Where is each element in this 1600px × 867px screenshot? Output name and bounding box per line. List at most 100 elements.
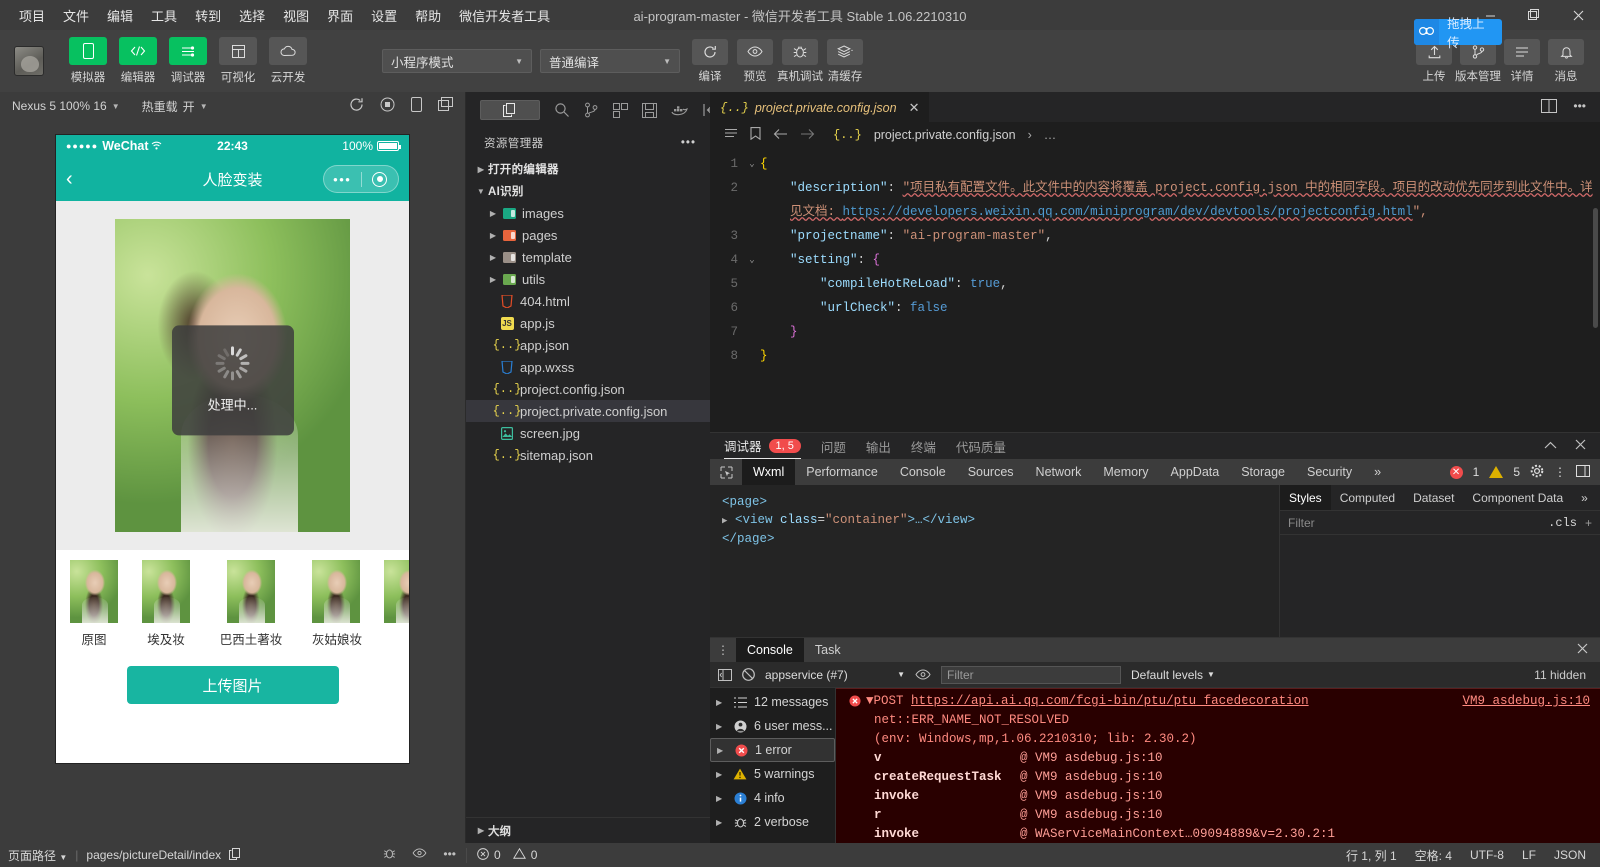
devtool-tab-wxml[interactable]: Wxml xyxy=(742,459,795,485)
list-item[interactable] xyxy=(384,560,409,648)
breadcrumb-tail[interactable]: … xyxy=(1044,128,1057,142)
expand-arrow-icon[interactable]: ▼ xyxy=(866,692,874,711)
tab-component-data[interactable]: Component Data xyxy=(1463,485,1572,510)
menu-item-settings[interactable]: 设置 xyxy=(362,2,406,29)
error-count[interactable]: 1 xyxy=(1473,465,1480,479)
kebab-icon[interactable]: ⋮ xyxy=(710,643,736,657)
hotreload-select[interactable]: 热重载 开 ▼ xyxy=(142,98,208,115)
section-outline[interactable]: ▶ 大纲 xyxy=(466,817,710,843)
stack-location[interactable]: @ WAServiceMainContext…09094889&v=2.30.2… xyxy=(1020,825,1335,843)
file-app-wxss[interactable]: app.wxss xyxy=(466,356,710,378)
sidebar-icon[interactable] xyxy=(718,669,732,681)
add-rule-icon[interactable]: + xyxy=(1585,516,1592,530)
console-filter-input[interactable]: Filter xyxy=(941,666,1121,684)
folder-utils[interactable]: ▶ utils xyxy=(466,268,710,290)
list-item[interactable]: 巴西土著妆 xyxy=(214,560,288,648)
chevron-right-icon[interactable]: ▶ xyxy=(722,516,727,526)
upload-image-button[interactable]: 上传图片 xyxy=(127,666,339,704)
folder-template[interactable]: ▶ template xyxy=(466,246,710,268)
stack-location[interactable]: @ VM9 asdebug.js:10 xyxy=(1020,806,1163,825)
devtool-tab-storage[interactable]: Storage xyxy=(1230,459,1296,485)
page-path-select[interactable]: 页面路径 ▼ xyxy=(8,847,67,864)
menu-item-help[interactable]: 帮助 xyxy=(406,2,450,29)
compile-select[interactable]: 普通编译 ▼ xyxy=(540,49,680,73)
cursor-position[interactable]: 行 1, 列 1 xyxy=(1346,847,1397,864)
tab-code-quality[interactable]: 代码质量 xyxy=(956,437,1006,456)
drag-upload-badge[interactable]: 拖拽上传 xyxy=(1414,19,1502,45)
bookmark-icon[interactable] xyxy=(750,127,761,143)
compile-button[interactable]: 编译 xyxy=(690,39,730,84)
error-source-link[interactable]: VM9 asdebug.js:10 xyxy=(1462,692,1600,711)
close-icon[interactable] xyxy=(1577,643,1600,657)
code-doc-url[interactable]: https://developers.weixin.qq.com/minipro… xyxy=(843,205,1413,219)
error-url[interactable]: https://api.ai.qq.com/fcgi-bin/ptu/ptu_f… xyxy=(911,692,1309,711)
console-error-output[interactable]: ▼ POST https://api.ai.qq.com/fcgi-bin/pt… xyxy=(836,688,1600,843)
file-screen-jpg[interactable]: screen.jpg xyxy=(466,422,710,444)
list-item[interactable]: ▶ 5 warnings xyxy=(710,762,835,786)
console-context-select[interactable]: appservice (#7) ▼ xyxy=(765,668,905,682)
list-item[interactable]: 灰姑娘妆 xyxy=(312,560,360,648)
rotate-icon[interactable] xyxy=(411,97,422,115)
gear-icon[interactable] xyxy=(1530,464,1544,481)
toggle-cloud[interactable]: 云开发 xyxy=(266,37,310,85)
tab-dataset[interactable]: Dataset xyxy=(1404,485,1463,510)
menu-item-interface[interactable]: 界面 xyxy=(318,2,362,29)
section-project-root[interactable]: ▼ AI识别 xyxy=(466,180,710,202)
encoding-setting[interactable]: UTF-8 xyxy=(1470,848,1504,862)
avatar[interactable] xyxy=(14,46,44,76)
devtool-tab-security[interactable]: Security xyxy=(1296,459,1363,485)
indent-setting[interactable]: 空格: 4 xyxy=(1415,847,1452,864)
tab-project-private-config-json[interactable]: {..} project.private.config.json ✕ xyxy=(710,92,929,122)
tab-console[interactable]: Console xyxy=(736,638,804,662)
tab-task[interactable]: Task xyxy=(804,638,852,662)
bug-icon[interactable] xyxy=(383,847,396,863)
file-app-js[interactable]: JS app.js xyxy=(466,312,710,334)
eol-setting[interactable]: LF xyxy=(1522,848,1536,862)
list-item[interactable]: 原图 xyxy=(70,560,118,648)
menu-item-goto[interactable]: 转到 xyxy=(186,2,230,29)
messages-button[interactable]: 消息 xyxy=(1546,39,1586,84)
menu-item-view[interactable]: 视图 xyxy=(274,2,318,29)
stack-location[interactable]: @ VM9 asdebug.js:10 xyxy=(1020,749,1163,768)
file-project-private-config-json[interactable]: {..} project.private.config.json xyxy=(466,400,710,422)
code-editor[interactable]: 1 ⌄ { 2 "description": "项目私有配置文件。此文件中的内容… xyxy=(710,148,1600,432)
file-sitemap-json[interactable]: {..} sitemap.json xyxy=(466,444,710,466)
list-item[interactable]: ▶ 2 verbose xyxy=(710,810,835,834)
clear-icon[interactable] xyxy=(742,668,755,681)
status-bar-problems[interactable]: 0 0 xyxy=(466,848,710,863)
close-icon[interactable] xyxy=(1575,439,1586,453)
list-item[interactable]: ▶ 1 error xyxy=(710,738,835,762)
tab-problems[interactable]: 问题 xyxy=(821,437,846,456)
device-select[interactable]: Nexus 5 100% 16 ▼ xyxy=(12,99,120,113)
files-icon[interactable] xyxy=(480,100,540,120)
menu-item-file[interactable]: 文件 xyxy=(54,2,98,29)
warning-count[interactable]: 5 xyxy=(1513,465,1520,479)
back-icon[interactable] xyxy=(773,128,788,143)
folder-pages[interactable]: ▶ pages xyxy=(466,224,710,246)
devtool-tab-overflow[interactable]: » xyxy=(1363,459,1392,485)
wxml-tree[interactable]: <page> ▶ <view class="container">…</view… xyxy=(710,485,1280,637)
chevron-up-icon[interactable] xyxy=(1544,439,1557,453)
list-item[interactable]: ▶ 12 messages xyxy=(710,690,835,714)
styles-filter-input[interactable]: Filter xyxy=(1288,516,1540,530)
file-project-config-json[interactable]: {..} project.config.json xyxy=(466,378,710,400)
language-mode[interactable]: JSON xyxy=(1554,848,1586,862)
devtool-tab-sources[interactable]: Sources xyxy=(957,459,1025,485)
list-item[interactable]: ▶ 6 user mess... xyxy=(710,714,835,738)
cls-toggle[interactable]: .cls xyxy=(1548,516,1577,530)
menu-item-devtools[interactable]: 微信开发者工具 xyxy=(450,2,559,29)
tab-output[interactable]: 输出 xyxy=(866,437,891,456)
maximize-button[interactable] xyxy=(1512,0,1556,30)
console-levels-select[interactable]: Default levels ▼ xyxy=(1131,668,1215,682)
tab-styles-overflow[interactable]: » xyxy=(1572,485,1597,510)
more-icon[interactable]: ••• xyxy=(1573,99,1586,116)
menu-item-tools[interactable]: 工具 xyxy=(142,2,186,29)
menu-item-edit[interactable]: 编辑 xyxy=(98,2,142,29)
split-editor-icon[interactable] xyxy=(1541,99,1557,116)
window-icon[interactable] xyxy=(438,97,453,115)
mode-select[interactable]: 小程序模式 ▼ xyxy=(382,49,532,73)
tab-terminal[interactable]: 终端 xyxy=(911,437,936,456)
stack-location[interactable]: @ VM9 asdebug.js:10 xyxy=(1020,768,1163,787)
details-button[interactable]: 详情 xyxy=(1502,39,1542,84)
docker-icon[interactable] xyxy=(671,100,688,120)
